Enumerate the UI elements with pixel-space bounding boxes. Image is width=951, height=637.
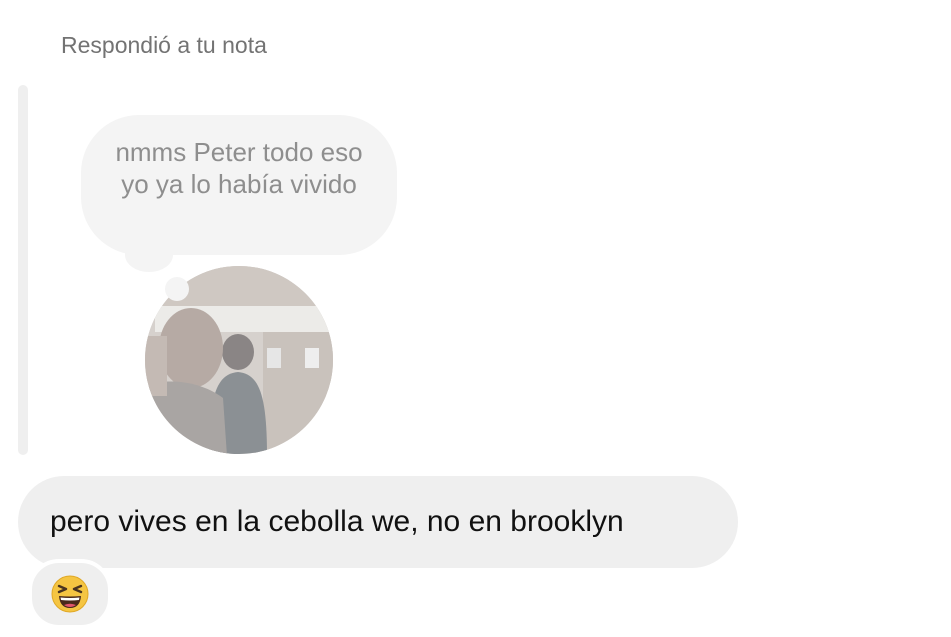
message-bubble[interactable]: pero vives en la cebolla we, no en brook… — [18, 476, 738, 568]
replied-to-note-label: Respondió a tu nota — [61, 32, 267, 58]
reply-quote-bar — [18, 85, 28, 455]
dm-thread: Respondió a tu nota nmms Peter todo eso … — [0, 0, 951, 637]
note-bubble[interactable]: nmms Peter todo eso yo ya lo había vivid… — [81, 115, 397, 255]
message-text: pero vives en la cebolla we, no en brook… — [50, 505, 624, 538]
reaction-chip[interactable] — [28, 559, 112, 629]
note-text: nmms Peter todo eso yo ya lo había vivid… — [115, 137, 363, 199]
note-thought-dot-large — [125, 238, 173, 272]
grinning-squinting-face-icon — [51, 575, 89, 613]
note-thought-dot-small — [165, 277, 189, 301]
